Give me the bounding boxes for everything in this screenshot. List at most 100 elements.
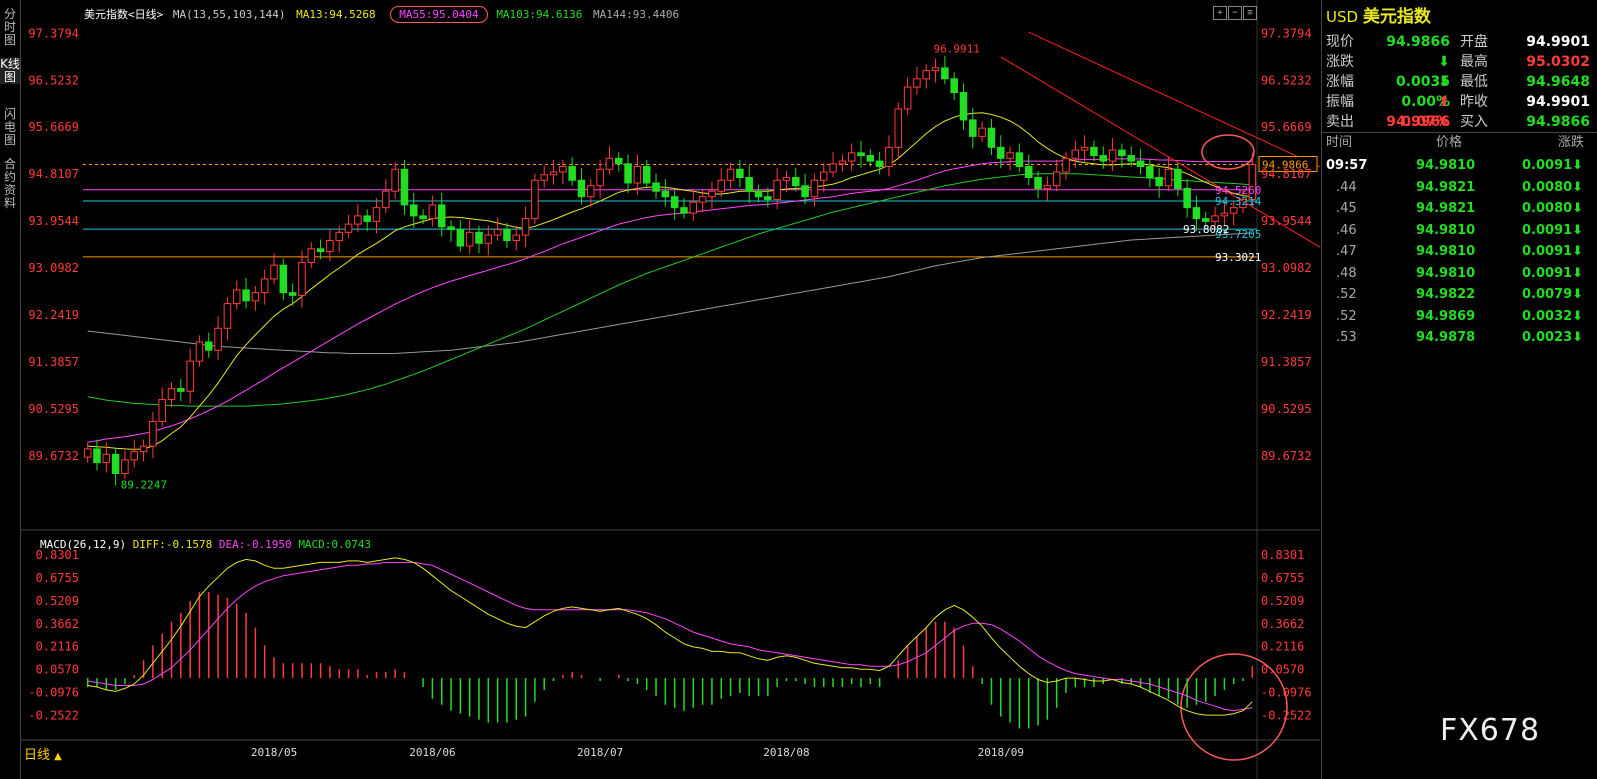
- candle-body: [298, 261, 306, 296]
- price-tick-right: 91.3857: [1261, 355, 1312, 369]
- tick-time: .46: [1336, 222, 1357, 238]
- candle-body: [782, 177, 791, 181]
- tick-change: 0.0080⬇: [1522, 201, 1584, 216]
- quote-row: 振幅 ⬆ 0.07% 昨收 94.9901: [1326, 92, 1594, 130]
- macd-tick-right: -0.2522: [1261, 708, 1312, 722]
- quote-row: 涨幅 ⬇ 0.00% 最低 94.9648: [1326, 72, 1594, 110]
- quote-currency: USD: [1326, 8, 1359, 26]
- caret-up-icon: ▲: [54, 751, 62, 762]
- candle-body: [792, 177, 800, 187]
- candle-body: [959, 92, 968, 121]
- candle-body: [1201, 218, 1210, 222]
- price-tick-right: 90.5295: [1261, 402, 1312, 416]
- macd-tick-right: -0.0976: [1261, 686, 1312, 700]
- candle-body: [437, 204, 446, 228]
- candle-body: [736, 168, 744, 179]
- tab-contract-info[interactable]: 合约资料: [0, 158, 20, 210]
- tick-row: .52 94.9869 0.0032⬇: [1326, 307, 1596, 327]
- period-label: 日线: [24, 748, 51, 763]
- candle-body: [1192, 207, 1201, 220]
- candle-body: [335, 231, 343, 242]
- macd-header: MACD(26,12,9) DIFF:-0.1578 DEA:-0.1950 M…: [40, 538, 371, 551]
- candle-body: [344, 223, 353, 233]
- candle-body: [987, 127, 996, 148]
- quote-label: 昨收: [1460, 94, 1488, 110]
- tick-header-price: 价格: [1436, 135, 1463, 150]
- period-selector[interactable]: 日线 ▲: [24, 744, 62, 763]
- price-tick-left: 89.6732: [28, 449, 79, 463]
- candle-body: [410, 204, 418, 217]
- macd-tick-left: 0.2116: [36, 640, 79, 654]
- candle-body: [829, 163, 837, 173]
- price-tick-right: 96.5232: [1261, 73, 1312, 87]
- tick-row: .47 94.9810 0.0091⬇: [1326, 242, 1596, 262]
- candle-body: [885, 146, 893, 168]
- candle-body: [577, 179, 586, 198]
- candle-body: [354, 215, 362, 225]
- candle-body: [1183, 187, 1191, 209]
- quote-row: 现价 94.9866 开盘 94.9901: [1326, 32, 1594, 52]
- high-label: 96.9911: [934, 43, 980, 56]
- tick-header: 时间 价格 涨跌: [1326, 133, 1594, 153]
- candle-body: [531, 179, 539, 220]
- tick-change: 0.0079⬇: [1522, 287, 1584, 302]
- candle-body: [596, 168, 604, 187]
- time-tick: 2018/09: [978, 746, 1024, 759]
- candle-body: [614, 157, 623, 165]
- candle-body: [391, 168, 399, 192]
- macd-tick-left: 0.0570: [36, 663, 79, 677]
- zoom-out-button[interactable]: −: [1228, 6, 1242, 20]
- quote-name: 美元指数: [1362, 7, 1431, 27]
- quote-label: 涨幅: [1326, 74, 1354, 90]
- candle-body: [214, 327, 222, 351]
- quote-row: 涨跌 ⬇ 0.0035 最高 95.0302: [1326, 52, 1594, 90]
- price-tick-left: 94.8107: [28, 167, 79, 181]
- price-tick-left: 92.2419: [28, 308, 79, 322]
- price-tick-left: 95.6669: [28, 120, 79, 134]
- candle-body: [1220, 212, 1229, 217]
- candle-body: [1174, 168, 1182, 189]
- diff-line: [87, 557, 1253, 716]
- candle-body: [624, 163, 632, 184]
- tick-price: 94.9810: [1416, 244, 1476, 259]
- tick-price: 94.9878: [1416, 330, 1476, 345]
- candle-body: [270, 264, 278, 280]
- highlight-ellipse-price: [1201, 134, 1255, 170]
- candle-body: [83, 448, 92, 458]
- settings-button[interactable]: ≡: [1243, 6, 1257, 20]
- candle-body: [1155, 177, 1163, 187]
- tab-flash-chart[interactable]: 闪电图: [0, 108, 20, 147]
- tick-price: 94.9821: [1416, 179, 1476, 195]
- price-tick-right: 89.6732: [1261, 449, 1312, 463]
- candle-body: [1118, 149, 1126, 157]
- tick-price: 94.9810: [1416, 222, 1476, 238]
- candle-body: [689, 201, 698, 214]
- price-tick-left: 96.5232: [28, 73, 79, 87]
- price-tick-left: 91.3857: [28, 355, 79, 369]
- price-tick-left: 93.0982: [28, 261, 79, 275]
- tick-time: .45: [1336, 201, 1357, 216]
- candle-body: [1043, 185, 1052, 189]
- price-tick-right: 94.8107: [1261, 167, 1312, 181]
- candle-body: [288, 292, 297, 296]
- quote-label: 卖出: [1326, 114, 1354, 130]
- candle-body: [130, 451, 139, 461]
- macd-tick-right: 0.2116: [1261, 640, 1304, 654]
- kline-chart[interactable]: 96.991189.224794.986694.526094.321493.72…: [21, 0, 1320, 779]
- candle-body: [232, 289, 241, 305]
- candles: [83, 55, 1257, 486]
- tick-row: .45 94.9821 0.0080⬇: [1326, 199, 1596, 219]
- zoom-in-button[interactable]: +: [1213, 6, 1227, 20]
- candle-body: [465, 231, 474, 247]
- quote-label: 涨跌: [1326, 54, 1354, 70]
- quote-value: 94.9901: [1526, 94, 1590, 110]
- candle-body: [93, 448, 101, 464]
- tick-change: 0.0091⬇: [1522, 265, 1584, 281]
- candle-body: [186, 360, 194, 392]
- tab-time-chart[interactable]: 分时图: [0, 8, 20, 47]
- candle-body: [503, 229, 511, 242]
- tab-kline-chart[interactable]: K线图: [0, 58, 20, 84]
- candle-body: [754, 190, 763, 198]
- low-label: 89.2247: [121, 479, 167, 492]
- macd-params: MACD(26,12,9): [40, 538, 127, 551]
